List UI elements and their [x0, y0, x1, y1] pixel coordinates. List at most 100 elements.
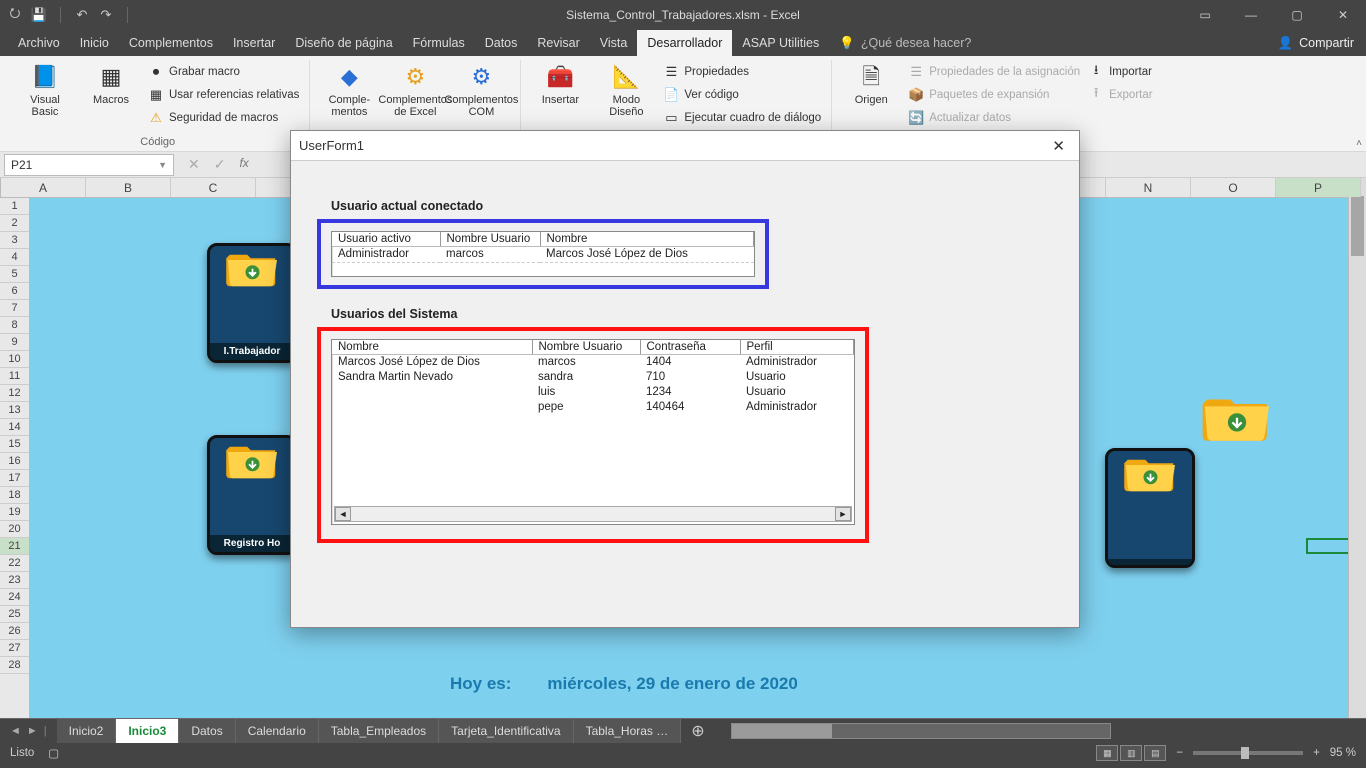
col-header[interactable]: B	[86, 178, 171, 197]
tab-nav-last-icon[interactable]: ►	[27, 725, 38, 737]
insert-controls-button[interactable]: 🧰Insertar	[529, 60, 591, 106]
row-header[interactable]: 28	[0, 657, 29, 674]
col-header[interactable]: N	[1106, 178, 1191, 197]
row-header[interactable]: 3	[0, 232, 29, 249]
listbox2-row[interactable]: luis1234Usuario	[332, 385, 854, 400]
fx-icon[interactable]: fx	[239, 156, 248, 173]
macro-record-status-icon[interactable]: ▢	[48, 746, 59, 760]
enter-formula-icon[interactable]: ✓	[214, 156, 226, 173]
page-layout-view-icon[interactable]: ▥	[1120, 745, 1142, 761]
row-header[interactable]: 24	[0, 589, 29, 606]
row-header[interactable]: 16	[0, 453, 29, 470]
scroll-right-icon[interactable]: ►	[835, 507, 851, 521]
row-headers[interactable]: 1234567891011121314151617181920212223242…	[0, 198, 30, 718]
tab-vista[interactable]: Vista	[590, 30, 638, 56]
tab-insertar[interactable]: Insertar	[223, 30, 285, 56]
row-header[interactable]: 1	[0, 198, 29, 215]
card-registro[interactable]: Registro Ho	[207, 435, 297, 555]
normal-view-icon[interactable]: ▦	[1096, 745, 1118, 761]
row-header[interactable]: 14	[0, 419, 29, 436]
collapse-ribbon-icon[interactable]: ˄	[1356, 138, 1362, 149]
tab-datos[interactable]: Datos	[475, 30, 528, 56]
ribbon-options-icon[interactable]: ▭	[1182, 0, 1228, 30]
run-dialog-button[interactable]: ▭Ejecutar cuadro de diálogo	[661, 108, 823, 128]
row-header[interactable]: 25	[0, 606, 29, 623]
sheet-tab[interactable]: Tabla_Empleados	[319, 719, 439, 743]
row-header[interactable]: 2	[0, 215, 29, 232]
chevron-down-icon[interactable]: ▼	[158, 160, 167, 170]
row-header[interactable]: 21	[0, 538, 29, 555]
tab-asap[interactable]: ASAP Utilities	[732, 30, 829, 56]
listbox2-hscroll[interactable]: ◄►	[334, 506, 852, 522]
relative-refs-button[interactable]: ▦Usar referencias relativas	[146, 85, 301, 105]
userform-close-button[interactable]: ✕	[1046, 135, 1071, 157]
zoom-slider[interactable]	[1193, 751, 1303, 755]
col-header[interactable]: O	[1191, 178, 1276, 197]
tell-me-search[interactable]: 💡¿Qué desea hacer?	[839, 36, 971, 51]
tab-archivo[interactable]: Archivo	[8, 30, 70, 56]
row-header[interactable]: 12	[0, 385, 29, 402]
xml-import-button[interactable]: ⭳Importar	[1086, 62, 1154, 82]
vertical-scrollbar[interactable]	[1348, 178, 1366, 718]
row-header[interactable]: 10	[0, 351, 29, 368]
listbox2-row[interactable]: Marcos José López de Diosmarcos1404Admin…	[332, 355, 854, 371]
listbox1-row[interactable]: AdministradormarcosMarcos José López de …	[332, 247, 754, 263]
row-header[interactable]: 27	[0, 640, 29, 657]
tab-diseno-pagina[interactable]: Diseño de página	[285, 30, 402, 56]
cancel-formula-icon[interactable]: ✕	[188, 156, 200, 173]
row-header[interactable]: 18	[0, 487, 29, 504]
save-icon[interactable]: 💾	[30, 6, 48, 24]
row-header[interactable]: 20	[0, 521, 29, 538]
sheet-tab[interactable]: Tarjeta_Identificativa	[439, 719, 573, 743]
sheet-tab[interactable]: Calendario	[236, 719, 319, 743]
row-header[interactable]: 17	[0, 470, 29, 487]
row-header[interactable]: 23	[0, 572, 29, 589]
view-switcher[interactable]: ▦ ▥ ▤	[1096, 745, 1166, 761]
excel-addins-button[interactable]: ⚙Complementos de Excel	[384, 60, 446, 118]
sheet-tab[interactable]: Datos	[179, 719, 235, 743]
maximize-button[interactable]: ▢	[1274, 0, 1320, 30]
row-header[interactable]: 5	[0, 266, 29, 283]
visual-basic-button[interactable]: 📘Visual Basic	[14, 60, 76, 118]
row-header[interactable]: 8	[0, 317, 29, 334]
addins-button[interactable]: ◆Comple- mentos	[318, 60, 380, 118]
tab-desarrollador[interactable]: Desarrollador	[637, 30, 732, 56]
listbox2-row[interactable]: Sandra Martin Nevadosandra710Usuario	[332, 370, 854, 385]
listbox1[interactable]: Usuario activoNombre UsuarioNombre Admin…	[331, 231, 755, 277]
zoom-level[interactable]: 95 %	[1330, 747, 1356, 759]
scroll-left-icon[interactable]: ◄	[335, 507, 351, 521]
row-header[interactable]: 15	[0, 436, 29, 453]
zoom-out-icon[interactable]: −	[1176, 747, 1183, 759]
record-macro-button[interactable]: ⏺Grabar macro	[146, 62, 301, 82]
tab-inicio[interactable]: Inicio	[70, 30, 119, 56]
row-header[interactable]: 19	[0, 504, 29, 521]
sheet-tab[interactable]: Inicio2	[57, 719, 117, 743]
close-button[interactable]: ✕	[1320, 0, 1366, 30]
listbox2-row[interactable]: pepe140464Administrador	[332, 400, 854, 415]
undo-icon[interactable]: ↶	[73, 6, 91, 24]
folder-icon-loose[interactable]	[1202, 388, 1272, 443]
listbox2[interactable]: NombreNombre UsuarioContraseñaPerfil Mar…	[331, 339, 855, 525]
zoom-in-icon[interactable]: +	[1313, 747, 1320, 759]
row-header[interactable]: 11	[0, 368, 29, 385]
row-header[interactable]: 22	[0, 555, 29, 572]
macros-button[interactable]: ▦Macros	[80, 60, 142, 106]
view-code-button[interactable]: 📄Ver código	[661, 85, 823, 105]
xml-source-button[interactable]: 🗎Origen	[840, 60, 902, 106]
redo-icon[interactable]: ↷	[97, 6, 115, 24]
horizontal-scrollbar[interactable]	[731, 723, 1111, 739]
macro-security-button[interactable]: ⚠Seguridad de macros	[146, 108, 301, 128]
row-header[interactable]: 6	[0, 283, 29, 300]
sheet-tab-active[interactable]: Inicio3	[116, 719, 179, 743]
col-header[interactable]: P	[1276, 178, 1361, 197]
new-sheet-button[interactable]: ⊕	[681, 721, 714, 741]
page-break-view-icon[interactable]: ▤	[1144, 745, 1166, 761]
row-header[interactable]: 26	[0, 623, 29, 640]
properties-button[interactable]: ☰Propiedades	[661, 62, 823, 82]
tab-complementos[interactable]: Complementos	[119, 30, 223, 56]
row-header[interactable]: 7	[0, 300, 29, 317]
design-mode-button[interactable]: 📐Modo Diseño	[595, 60, 657, 118]
name-box[interactable]: P21▼	[4, 154, 174, 176]
sheet-tab[interactable]: Tabla_Horas …	[574, 719, 682, 743]
userform-titlebar[interactable]: UserForm1 ✕	[291, 131, 1079, 161]
